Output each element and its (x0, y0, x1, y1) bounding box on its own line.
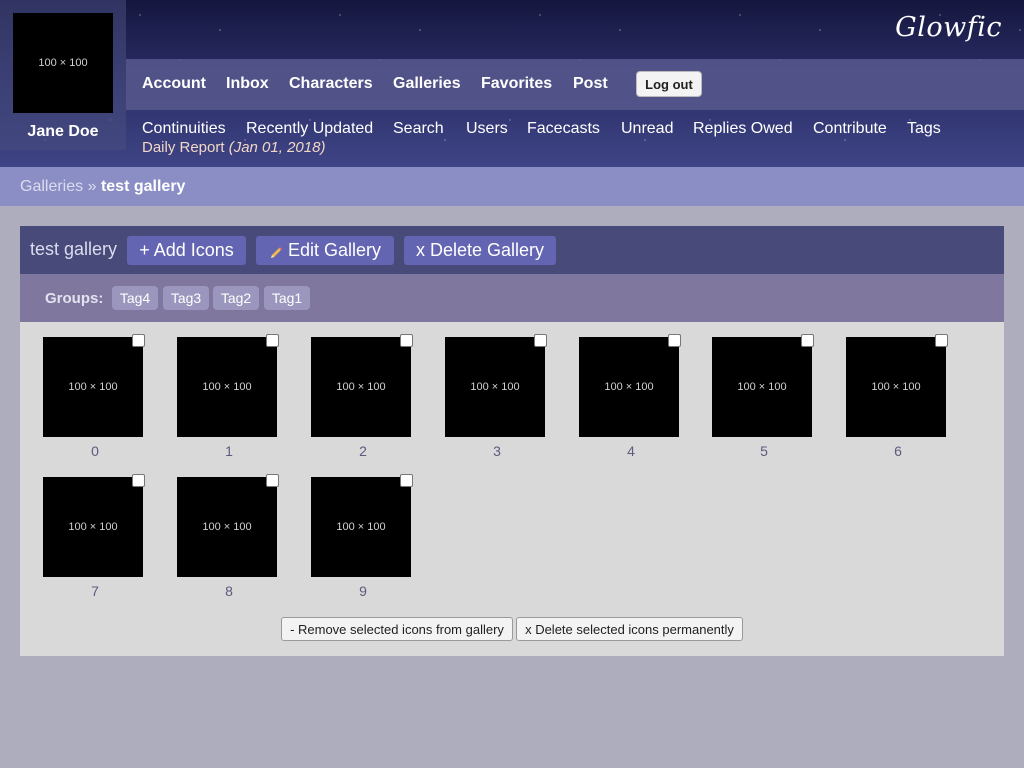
icon-select-checkbox[interactable] (266, 334, 279, 347)
user-name[interactable]: Jane Doe (0, 123, 126, 141)
gallery-icon-item: 100 × 100 2 (308, 334, 418, 467)
nav-facecasts[interactable]: Facecasts (527, 120, 600, 138)
gallery-icon-item: 100 × 100 8 (174, 474, 284, 607)
breadcrumb: Galleries » test gallery (0, 167, 1024, 206)
gallery-panel: test gallery + Add Icons Edit Gallery x … (20, 226, 1004, 656)
nav-favorites[interactable]: Favorites (481, 75, 552, 93)
delete-gallery-button[interactable]: x Delete Gallery (404, 236, 556, 265)
nav-contribute[interactable]: Contribute (813, 120, 887, 138)
nav-recently-updated[interactable]: Recently Updated (246, 120, 373, 138)
gallery-icon-item: 100 × 100 1 (174, 334, 284, 467)
pencil-icon (269, 244, 283, 258)
gallery-icon-item: 100 × 100 0 (40, 334, 150, 467)
icon-keyword[interactable]: 1 (177, 443, 281, 459)
icon-keyword[interactable]: 8 (177, 583, 281, 599)
site-logo[interactable]: Glowfic (895, 12, 1002, 43)
icon-keyword[interactable]: 9 (311, 583, 415, 599)
nav-inbox[interactable]: Inbox (226, 75, 269, 93)
nav-continuities[interactable]: Continuities (142, 120, 226, 138)
delete-selected-button[interactable]: x Delete selected icons permanently (516, 617, 743, 641)
gallery-icon-image[interactable]: 100 × 100 (177, 337, 277, 437)
icon-select-checkbox[interactable] (534, 334, 547, 347)
gallery-icon-image[interactable]: 100 × 100 (311, 477, 411, 577)
icon-keyword[interactable]: 3 (445, 443, 549, 459)
breadcrumb-separator: » (87, 178, 97, 195)
icon-select-checkbox[interactable] (400, 474, 413, 487)
gallery-icon-image[interactable]: 100 × 100 (846, 337, 946, 437)
icon-select-checkbox[interactable] (132, 474, 145, 487)
nav-characters[interactable]: Characters (289, 75, 373, 93)
edit-gallery-label: Edit Gallery (287, 240, 382, 260)
daily-report-label: Daily Report (142, 139, 225, 156)
icon-keyword[interactable]: 6 (846, 443, 950, 459)
nav-unread[interactable]: Unread (621, 120, 673, 138)
gallery-icon-image[interactable]: 100 × 100 (43, 337, 143, 437)
icon-select-checkbox[interactable] (801, 334, 814, 347)
icon-keyword[interactable]: 4 (579, 443, 683, 459)
gallery-icon-item: 100 × 100 7 (40, 474, 150, 607)
gallery-icon-item: 100 × 100 3 (442, 334, 552, 467)
gallery-icon-image[interactable]: 100 × 100 (445, 337, 545, 437)
site-header: 100 × 100 Jane Doe Glowfic Account Inbox… (0, 0, 1024, 167)
gallery-icon-item: 100 × 100 5 (709, 334, 819, 467)
breadcrumb-current: test gallery (100, 178, 186, 195)
daily-report-date: (Jan 01, 2018) (228, 139, 326, 156)
icon-keyword[interactable]: 5 (712, 443, 816, 459)
icon-select-checkbox[interactable] (935, 334, 948, 347)
gallery-icon-image[interactable]: 100 × 100 (311, 337, 411, 437)
gallery-header: test gallery + Add Icons Edit Gallery x … (20, 226, 1004, 274)
groups-label: Groups: (45, 290, 104, 307)
tag-badge[interactable]: Tag4 (112, 286, 158, 310)
gallery-icon-item: 100 × 100 4 (576, 334, 686, 467)
tag-badge[interactable]: Tag2 (213, 286, 259, 310)
nav-account[interactable]: Account (142, 75, 206, 93)
edit-gallery-button[interactable]: Edit Gallery (256, 236, 394, 265)
icon-select-checkbox[interactable] (668, 334, 681, 347)
nav-galleries[interactable]: Galleries (393, 75, 461, 93)
icon-keyword[interactable]: 0 (43, 443, 147, 459)
gallery-icon-image[interactable]: 100 × 100 (579, 337, 679, 437)
gallery-icon-image[interactable]: 100 × 100 (712, 337, 812, 437)
logout-button[interactable]: Log out (636, 71, 702, 97)
daily-report-link[interactable]: Daily Report (Jan 01, 2018) (142, 139, 325, 156)
tag-badge[interactable]: Tag1 (264, 286, 310, 310)
nav-tags[interactable]: Tags (907, 120, 941, 138)
nav-search[interactable]: Search (393, 120, 444, 138)
tag-badge[interactable]: Tag3 (163, 286, 209, 310)
gallery-icon-item: 100 × 100 9 (308, 474, 418, 607)
icon-select-checkbox[interactable] (400, 334, 413, 347)
gallery-icon-item: 100 × 100 6 (843, 334, 953, 467)
icon-select-checkbox[interactable] (266, 474, 279, 487)
nav-replies-owed[interactable]: Replies Owed (693, 120, 793, 138)
user-box: 100 × 100 Jane Doe (0, 0, 126, 150)
breadcrumb-galleries-link[interactable]: Galleries (20, 178, 83, 195)
gallery-title: test gallery (30, 239, 118, 259)
gallery-icon-image[interactable]: 100 × 100 (177, 477, 277, 577)
groups-row: Groups: Tag4 Tag3 Tag2 Tag1 (20, 274, 1004, 322)
gallery-icon-image[interactable]: 100 × 100 (43, 477, 143, 577)
user-avatar[interactable]: 100 × 100 (13, 13, 113, 113)
remove-selected-button[interactable]: - Remove selected icons from gallery (281, 617, 513, 641)
primary-nav: Account Inbox Characters Galleries Favor… (126, 59, 1024, 110)
icon-keyword[interactable]: 2 (311, 443, 415, 459)
add-icons-button[interactable]: + Add Icons (127, 236, 246, 265)
icon-keyword[interactable]: 7 (43, 583, 147, 599)
nav-post[interactable]: Post (573, 75, 608, 93)
nav-users[interactable]: Users (466, 120, 508, 138)
icon-select-checkbox[interactable] (132, 334, 145, 347)
